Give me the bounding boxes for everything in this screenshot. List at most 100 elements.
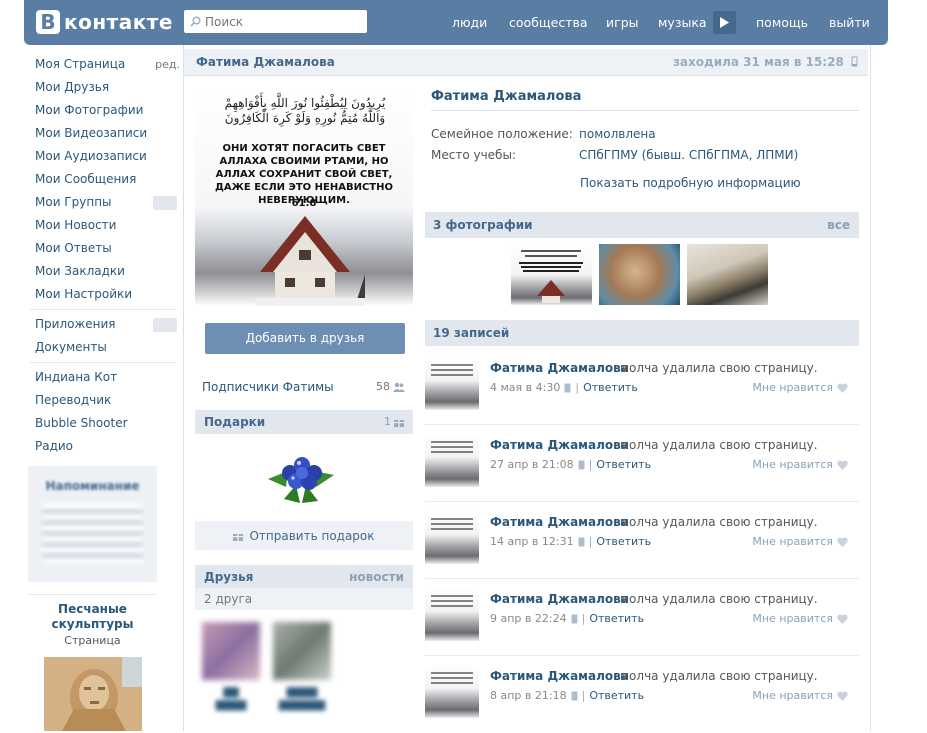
nav-music[interactable]: музыка xyxy=(658,0,707,45)
vk-logo[interactable]: B контакте xyxy=(36,9,173,35)
search-input[interactable] xyxy=(205,14,355,29)
like-button[interactable]: Мне нравится xyxy=(752,612,848,625)
menu-bookmarks[interactable]: Мои Закладки xyxy=(35,260,175,283)
post-author-avatar[interactable] xyxy=(425,664,479,718)
menu-my-page[interactable]: Моя Страница ред. xyxy=(35,53,180,76)
post-date[interactable]: 27 апр в 21:08 xyxy=(490,458,574,471)
post-date[interactable]: 4 мая в 4:30 xyxy=(490,381,560,394)
post-author-link[interactable]: Фатима Джамалова xyxy=(490,438,629,452)
like-button[interactable]: Мне нравится xyxy=(752,535,848,548)
menu-photos[interactable]: Мои Фотографии xyxy=(35,99,175,122)
like-button[interactable]: Мне нравится xyxy=(752,381,848,394)
counter-badge xyxy=(153,318,177,332)
wall-header[interactable]: 19 записей xyxy=(425,320,859,346)
friend-name-blurred[interactable]: ▇▇ ▇▇▇▇ xyxy=(197,686,265,714)
nav-communities[interactable]: сообщества xyxy=(509,0,588,45)
gifts-header[interactable]: Подарки 1 xyxy=(195,410,413,434)
reply-link[interactable]: Ответить xyxy=(596,458,651,471)
post-author-link[interactable]: Фатима Джамалова xyxy=(490,592,629,606)
post-date[interactable]: 8 апр в 21:18 xyxy=(490,689,567,702)
like-button[interactable]: Мне нравится xyxy=(752,689,848,702)
photo-thumbnail[interactable] xyxy=(687,244,768,305)
post-author-avatar[interactable] xyxy=(425,587,479,641)
play-icon xyxy=(720,17,729,28)
app-bubble-shooter[interactable]: Bubble Shooter xyxy=(35,412,175,435)
education-value[interactable]: СПбГПМУ (бывш. СПбГПМА, ЛПМИ) xyxy=(579,148,798,162)
nav-people[interactable]: люди xyxy=(452,0,487,45)
friend-avatar[interactable] xyxy=(202,622,260,680)
wall-post: Фатима Джамалова молча удалила свою стра… xyxy=(425,579,859,656)
relationship-value[interactable]: помолвлена xyxy=(579,127,656,141)
menu-audio[interactable]: Мои Аудиозаписи xyxy=(35,145,175,168)
photo-quote-image xyxy=(519,250,583,303)
mobile-icon xyxy=(851,56,858,67)
ad-title[interactable]: Песчаные скульптуры xyxy=(28,602,157,632)
post-date[interactable]: 14 апр в 12:31 xyxy=(490,535,574,548)
friend-name-blurred[interactable]: ▇▇▇▇ ▇▇▇▇▇▇ xyxy=(268,686,336,714)
post-author-link[interactable]: Фатима Джамалова xyxy=(490,515,629,529)
friends-header[interactable]: Друзья новости xyxy=(195,565,413,589)
post-author-avatar[interactable] xyxy=(425,433,479,487)
ad-image[interactable] xyxy=(44,657,142,731)
subscribers-row[interactable]: Подписчики Фатимы 58 xyxy=(195,370,413,403)
play-music-button[interactable] xyxy=(713,11,736,34)
wall-post: Фатима Джамалова молча удалила свою стра… xyxy=(425,656,859,733)
search-box[interactable] xyxy=(184,10,367,33)
reply-link[interactable]: Ответить xyxy=(596,535,651,548)
menu-apps[interactable]: Приложения xyxy=(35,313,177,336)
post-text: молча удалила свою страницу. xyxy=(620,361,818,375)
menu-answers[interactable]: Мои Ответы xyxy=(35,237,175,260)
subscribers-count: 58 xyxy=(376,380,405,393)
menu-videos[interactable]: Мои Видеозаписи xyxy=(35,122,175,145)
edit-menu-link[interactable]: ред. xyxy=(155,53,180,76)
app-radio[interactable]: Радио xyxy=(35,435,175,458)
reply-link[interactable]: Ответить xyxy=(589,689,644,702)
photos-all-link[interactable]: все xyxy=(827,218,850,232)
wall-title: 19 записей xyxy=(433,326,510,340)
post-author-avatar[interactable] xyxy=(425,510,479,564)
show-more-info-link[interactable]: Показать подробную информацию xyxy=(580,176,801,190)
profile-avatar[interactable]: يُرِيدُونَ لِيُطْفِئُوا نُورَ اللَّهِ بِ… xyxy=(195,88,413,306)
menu-settings[interactable]: Мои Настройки xyxy=(35,283,175,306)
menu-news[interactable]: Мои Новости xyxy=(35,214,175,237)
menu-documents[interactable]: Документы xyxy=(35,336,175,359)
gifts-count: 1 xyxy=(384,415,404,428)
friends-news-link[interactable]: новости xyxy=(349,570,404,584)
friend-avatar[interactable] xyxy=(273,622,331,680)
friends-title: Друзья xyxy=(204,570,254,584)
add-friend-button[interactable]: Добавить в друзья xyxy=(205,323,405,354)
photo-thumbnail[interactable] xyxy=(511,244,592,305)
menu-friends[interactable]: Мои Друзья xyxy=(35,76,175,99)
app-indiana-kot[interactable]: Индиана Кот xyxy=(35,366,175,389)
like-button[interactable]: Мне нравится xyxy=(752,458,848,471)
nav-games[interactable]: игры xyxy=(606,0,639,45)
like-label: Мне нравится xyxy=(752,689,833,702)
logo-mark: B xyxy=(36,10,60,34)
top-header: B контакте люди сообщества игры музыка п… xyxy=(24,0,888,45)
sand-sculpture-image xyxy=(44,657,142,731)
menu-label: Моя Страница xyxy=(35,57,126,71)
app-translator[interactable]: Переводчик xyxy=(35,389,175,412)
menu-label: Мои Группы xyxy=(35,195,112,209)
reply-link[interactable]: Ответить xyxy=(589,612,644,625)
photo-thumbnail[interactable] xyxy=(599,244,680,305)
menu-groups[interactable]: Мои Группы xyxy=(35,191,177,214)
nav-logout[interactable]: выйти xyxy=(829,0,870,45)
post-date[interactable]: 9 апр в 22:24 xyxy=(490,612,567,625)
gift-flower-image[interactable] xyxy=(266,451,336,506)
post-author-link[interactable]: Фатима Джамалова xyxy=(490,361,629,375)
like-label: Мне нравится xyxy=(752,381,833,394)
photos-title: 3 фотографии xyxy=(433,218,533,232)
heart-icon xyxy=(837,691,848,701)
profile-header-name[interactable]: Фатима Джамалова xyxy=(196,55,335,69)
post-author-avatar[interactable] xyxy=(425,356,479,410)
menu-messages[interactable]: Мои Сообщения xyxy=(35,168,175,191)
reminder-box[interactable]: Напоминание xyxy=(28,466,157,582)
reply-link[interactable]: Ответить xyxy=(583,381,638,394)
post-meta: 8 апр в 21:18 | Ответить xyxy=(490,689,645,702)
post-meta: 27 апр в 21:08 | Ответить xyxy=(490,458,652,471)
post-author-link[interactable]: Фатима Джамалова xyxy=(490,669,629,683)
photos-header[interactable]: 3 фотографии все xyxy=(425,212,859,238)
send-gift-button[interactable]: Отправить подарок xyxy=(195,521,413,550)
nav-help[interactable]: помощь xyxy=(756,0,808,45)
